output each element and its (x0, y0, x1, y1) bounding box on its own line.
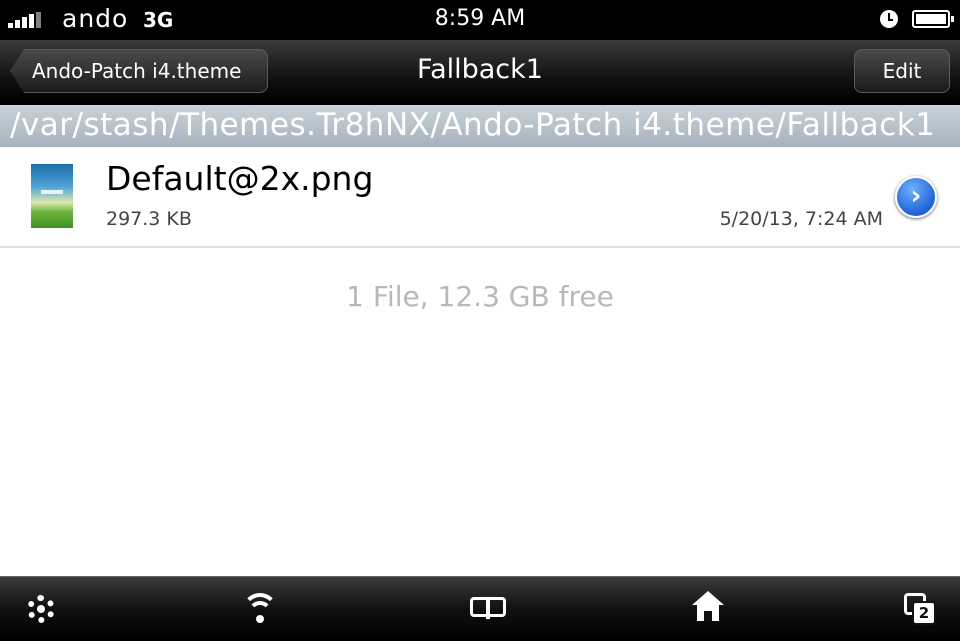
file-thumbnail (31, 164, 73, 228)
file-row[interactable]: Default@2x.png 297.3 KB 5/20/13, 7:24 AM… (0, 147, 960, 248)
home-icon (692, 591, 724, 623)
battery-icon (912, 10, 954, 28)
file-size: 297.3 KB (106, 208, 192, 230)
settings-tab[interactable] (21, 589, 61, 629)
wifi-tab[interactable] (240, 589, 280, 629)
windows-tab[interactable]: 2 (900, 589, 940, 629)
bookmarks-icon (470, 597, 506, 619)
settings-icon (27, 595, 55, 623)
status-time: 8:59 AM (434, 6, 526, 31)
alarm-clock-icon (880, 10, 898, 28)
windows-icon: 2 (904, 593, 936, 625)
bookmarks-tab[interactable] (468, 589, 508, 629)
file-name: Default@2x.png (106, 159, 374, 198)
navigation-bar: Ando-Patch i4.theme Fallback1 Edit (0, 40, 960, 105)
tab-bar: 2 (0, 576, 960, 641)
edit-button-label: Edit (882, 59, 922, 83)
current-path: /var/stash/Themes.Tr8hNX/Ando-Patch i4.t… (10, 107, 936, 143)
file-count-summary: 1 File, 12.3 GB free (346, 280, 614, 313)
edit-button[interactable]: Edit (854, 49, 950, 93)
disclosure-chevron-icon[interactable]: › (895, 176, 937, 218)
status-bar: ando 3G 8:59 AM (0, 0, 960, 40)
wifi-icon (244, 593, 276, 625)
page-title: Fallback1 (417, 54, 543, 85)
home-tab[interactable] (688, 589, 728, 629)
path-bar: /var/stash/Themes.Tr8hNX/Ando-Patch i4.t… (0, 105, 960, 147)
windows-count: 2 (912, 601, 936, 625)
file-date: 5/20/13, 7:24 AM (719, 208, 883, 230)
